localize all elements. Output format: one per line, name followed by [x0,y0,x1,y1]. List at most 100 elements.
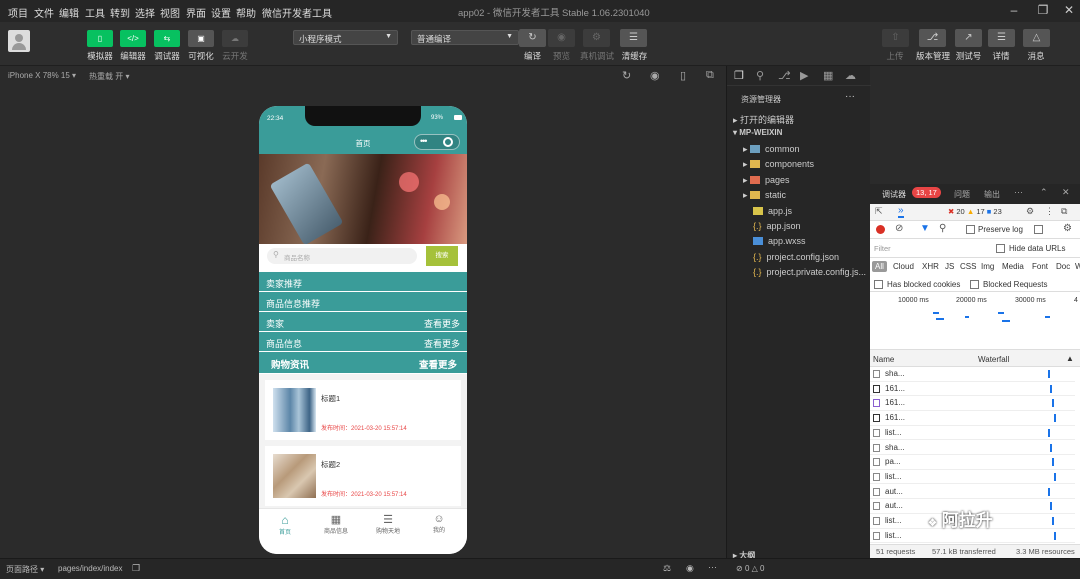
hot-reload-toggle[interactable]: 热重载 开 ▾ [89,71,129,82]
type-media[interactable]: Media [1002,262,1024,271]
menu-file[interactable]: 文件 [34,5,54,20]
search-button[interactable]: 搜索 [426,246,458,266]
issue-counts[interactable]: ✖ 20 ▲ 17 ■ 23 [948,207,1002,216]
type-img[interactable]: Img [981,262,994,271]
collapse-icon[interactable]: ⌃ [1040,187,1048,198]
upload-button[interactable]: ⇧ [882,29,909,47]
type-ws[interactable]: W [1075,262,1080,271]
kebab-icon[interactable]: ⋮ [1045,206,1054,217]
record-icon[interactable]: ◉ [650,69,660,82]
filter-icon[interactable]: ▼ [920,223,930,234]
table-row[interactable]: list... [870,426,1075,441]
mode-select[interactable]: 小程序模式 ▼ [293,30,398,45]
file-project-config[interactable]: {.} project.config.json [753,252,839,262]
menu-project[interactable]: 项目 [8,5,28,20]
popout-icon[interactable]: ⧉ [706,69,714,82]
more-icon[interactable]: ··· [708,562,717,572]
file-app-json[interactable]: {.} app.json [753,221,801,231]
search-icon[interactable]: ⚲ [756,69,764,82]
clear-cache-button[interactable]: ☰ [620,29,647,47]
scene-icon[interactable]: ⚖ [663,563,671,574]
folder-pages[interactable]: ▸ pages [743,175,790,186]
messages-button[interactable]: △ [1023,29,1050,47]
sort-icon[interactable]: ▲ [1066,354,1074,363]
open-editors-section[interactable]: ▸ 打开的编辑器 [733,113,794,126]
close-window-icon[interactable]: ✕ [1056,3,1080,19]
type-all[interactable]: All [872,261,887,272]
details-button[interactable]: ☰ [988,29,1015,47]
table-row[interactable]: pa... [870,455,1075,470]
dock-icon[interactable]: ⧉ [1061,206,1067,217]
visual-button[interactable]: ▣ [188,30,214,47]
banner-image[interactable] [259,154,467,244]
network-settings-icon[interactable]: ⚙ [1063,223,1072,234]
more-icon[interactable]: ··· [1014,187,1023,197]
simulator-button[interactable]: ▯ [87,30,113,47]
menu-settings[interactable]: 设置 [211,5,231,20]
settings-icon[interactable]: ⚙ [1026,206,1034,217]
version-button[interactable]: ⎇ [919,29,946,47]
more-panels-icon[interactable]: » [898,205,904,218]
phone-icon[interactable]: ▯ [680,69,686,82]
menu-wechat-devtools[interactable]: 微信开发者工具 [262,5,332,20]
table-row[interactable]: 161... [870,411,1075,426]
tab-shopping[interactable]: ☰ 购物天地 [368,513,408,535]
real-debug-button[interactable]: ⚙ [583,29,610,47]
timeline-overview[interactable]: 10000 ms 20000 ms 30000 ms 4 [870,292,1080,350]
preview-button[interactable]: ◉ [548,29,575,47]
disable-cache-checkbox[interactable] [1034,225,1043,234]
close-target-icon[interactable] [443,137,453,147]
seller-row[interactable]: 卖家 查看更多 [259,312,467,332]
tab-home[interactable]: ⌂ 首页 [265,513,305,536]
device-select[interactable]: iPhone X 78% 15 ▾ [8,71,76,80]
menu-select[interactable]: 选择 [135,5,155,20]
search-icon[interactable]: ⚲ [939,223,946,234]
type-doc[interactable]: Doc [1056,262,1070,271]
type-xhr[interactable]: XHR [922,262,939,271]
eye-icon[interactable]: ◉ [686,563,694,574]
project-root[interactable]: ▾ MP-WEIXIN [733,128,782,137]
clear-icon[interactable]: ⊘ [895,223,903,234]
product-more-link[interactable]: 查看更多 [424,337,460,350]
product-row[interactable]: 商品信息 查看更多 [259,332,467,352]
page-path-select[interactable]: 页面路径 ▾ [6,564,44,575]
restore-icon[interactable]: ❐ [1030,3,1056,19]
table-row[interactable]: sha... [870,367,1075,382]
source-control-icon[interactable]: ⎇ [778,69,791,82]
cloud-button[interactable]: ☁ [222,30,248,47]
type-font[interactable]: Font [1032,262,1048,271]
test-account-button[interactable]: ↗ [955,29,982,47]
more-icon[interactable]: ··· [845,91,855,102]
list-item[interactable]: 标题2 发布时间：2021-03-20 15:57:14 [265,446,461,506]
blocked-cookies-checkbox[interactable] [874,280,883,289]
compile-button[interactable]: ↻ [519,29,546,47]
tab-issues[interactable]: 问题 [954,189,970,200]
preserve-log-checkbox[interactable] [966,225,975,234]
menu-tools[interactable]: 工具 [85,5,105,20]
tab-products[interactable]: ▦ 商品信息 [316,513,356,535]
news-row[interactable]: 购物资讯 查看更多 [259,352,467,374]
compile-select[interactable]: 普通编译 ▼ [411,30,519,45]
debugger-button[interactable]: ⇆ [154,30,180,47]
menu-edit[interactable]: 编辑 [59,5,79,20]
extensions-icon[interactable]: ▦ [823,69,833,82]
file-app-js[interactable]: app.js [753,206,792,216]
news-more-link[interactable]: 查看更多 [419,357,457,371]
tab-debugger[interactable]: 调试器 [882,189,906,200]
search-input[interactable]: ⚲ 商品名称 [267,248,417,264]
record-icon[interactable] [876,225,885,234]
close-icon[interactable]: ✕ [1062,187,1070,198]
blocked-requests-checkbox[interactable] [970,280,979,289]
inspect-icon[interactable]: ⇱ [875,206,883,217]
files-icon[interactable]: ❐ [734,69,744,82]
type-css[interactable]: CSS [960,262,976,271]
list-item[interactable]: 标题1 发布时间：2021-03-20 15:57:14 [265,380,461,440]
col-name[interactable]: Name [873,355,894,364]
menu-view[interactable]: 视图 [160,5,180,20]
folder-common[interactable]: ▸ common [743,144,800,155]
table-row[interactable]: sha... [870,441,1075,455]
hide-data-urls-checkbox[interactable] [996,244,1005,253]
table-row[interactable]: 161... [870,382,1075,397]
more-icon[interactable]: ••• [420,136,428,146]
menu-interface[interactable]: 界面 [186,5,206,20]
